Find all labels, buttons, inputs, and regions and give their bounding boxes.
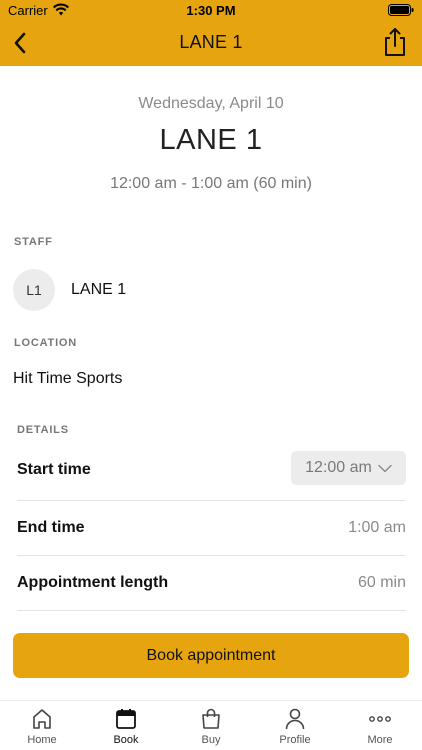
app-header: Carrier 1:30 PM LANE 1 (0, 0, 422, 66)
details-section-label: DETAILS (17, 424, 69, 436)
location-name[interactable]: Hit Time Sports (13, 370, 122, 388)
tab-home-label: Home (27, 734, 57, 746)
person-icon (285, 708, 305, 730)
start-time-label: Start time (17, 461, 91, 478)
page-title: LANE 1 (179, 32, 243, 52)
tab-buy-label: Buy (201, 734, 221, 746)
tab-bar: Home Book Buy Profile More (0, 700, 422, 750)
home-icon (33, 709, 51, 729)
status-bar: Carrier 1:30 PM (0, 0, 422, 20)
book-appointment-button[interactable]: Book appointment (13, 633, 409, 678)
staff-section-label: STAFF (14, 236, 53, 248)
start-time-picker[interactable]: 12:00 am (291, 451, 406, 485)
appointment-date: Wednesday, April 10 (138, 95, 284, 112)
location-section-label: LOCATION (14, 337, 78, 349)
tab-profile[interactable]: Profile (253, 707, 337, 750)
appointment-time-range: 12:00 am - 1:00 am (60 min) (110, 175, 312, 192)
tab-book-label: Book (113, 734, 139, 746)
more-dots-icon (369, 716, 391, 722)
end-time-value: 1:00 am (348, 519, 406, 536)
end-time-label: End time (17, 519, 85, 536)
battery-icon (388, 4, 414, 16)
tab-more-label: More (367, 734, 393, 746)
staff-avatar: L1 (13, 269, 55, 311)
staff-name[interactable]: LANE 1 (71, 281, 126, 299)
tab-book[interactable]: Book (84, 707, 168, 750)
appointment-length-label: Appointment length (17, 574, 169, 591)
calendar-icon (116, 709, 136, 729)
tab-buy[interactable]: Buy (169, 707, 253, 750)
tab-home[interactable]: Home (0, 707, 84, 750)
appointment-title: LANE 1 (159, 124, 263, 156)
tab-more[interactable]: More (338, 707, 422, 750)
status-time: 1:30 PM (186, 3, 236, 18)
end-time-row: End time 1:00 am (17, 501, 406, 556)
chevron-down-icon (378, 464, 392, 472)
start-time-row: Start time 12:00 am (17, 451, 406, 501)
share-icon[interactable] (382, 27, 408, 57)
shopping-bag-icon (202, 708, 220, 729)
tab-profile-label: Profile (279, 734, 311, 746)
appointment-length-value: 60 min (357, 574, 406, 591)
start-time-value: 12:00 am (305, 459, 372, 476)
appointment-length-row: Appointment length 60 min (17, 556, 406, 611)
